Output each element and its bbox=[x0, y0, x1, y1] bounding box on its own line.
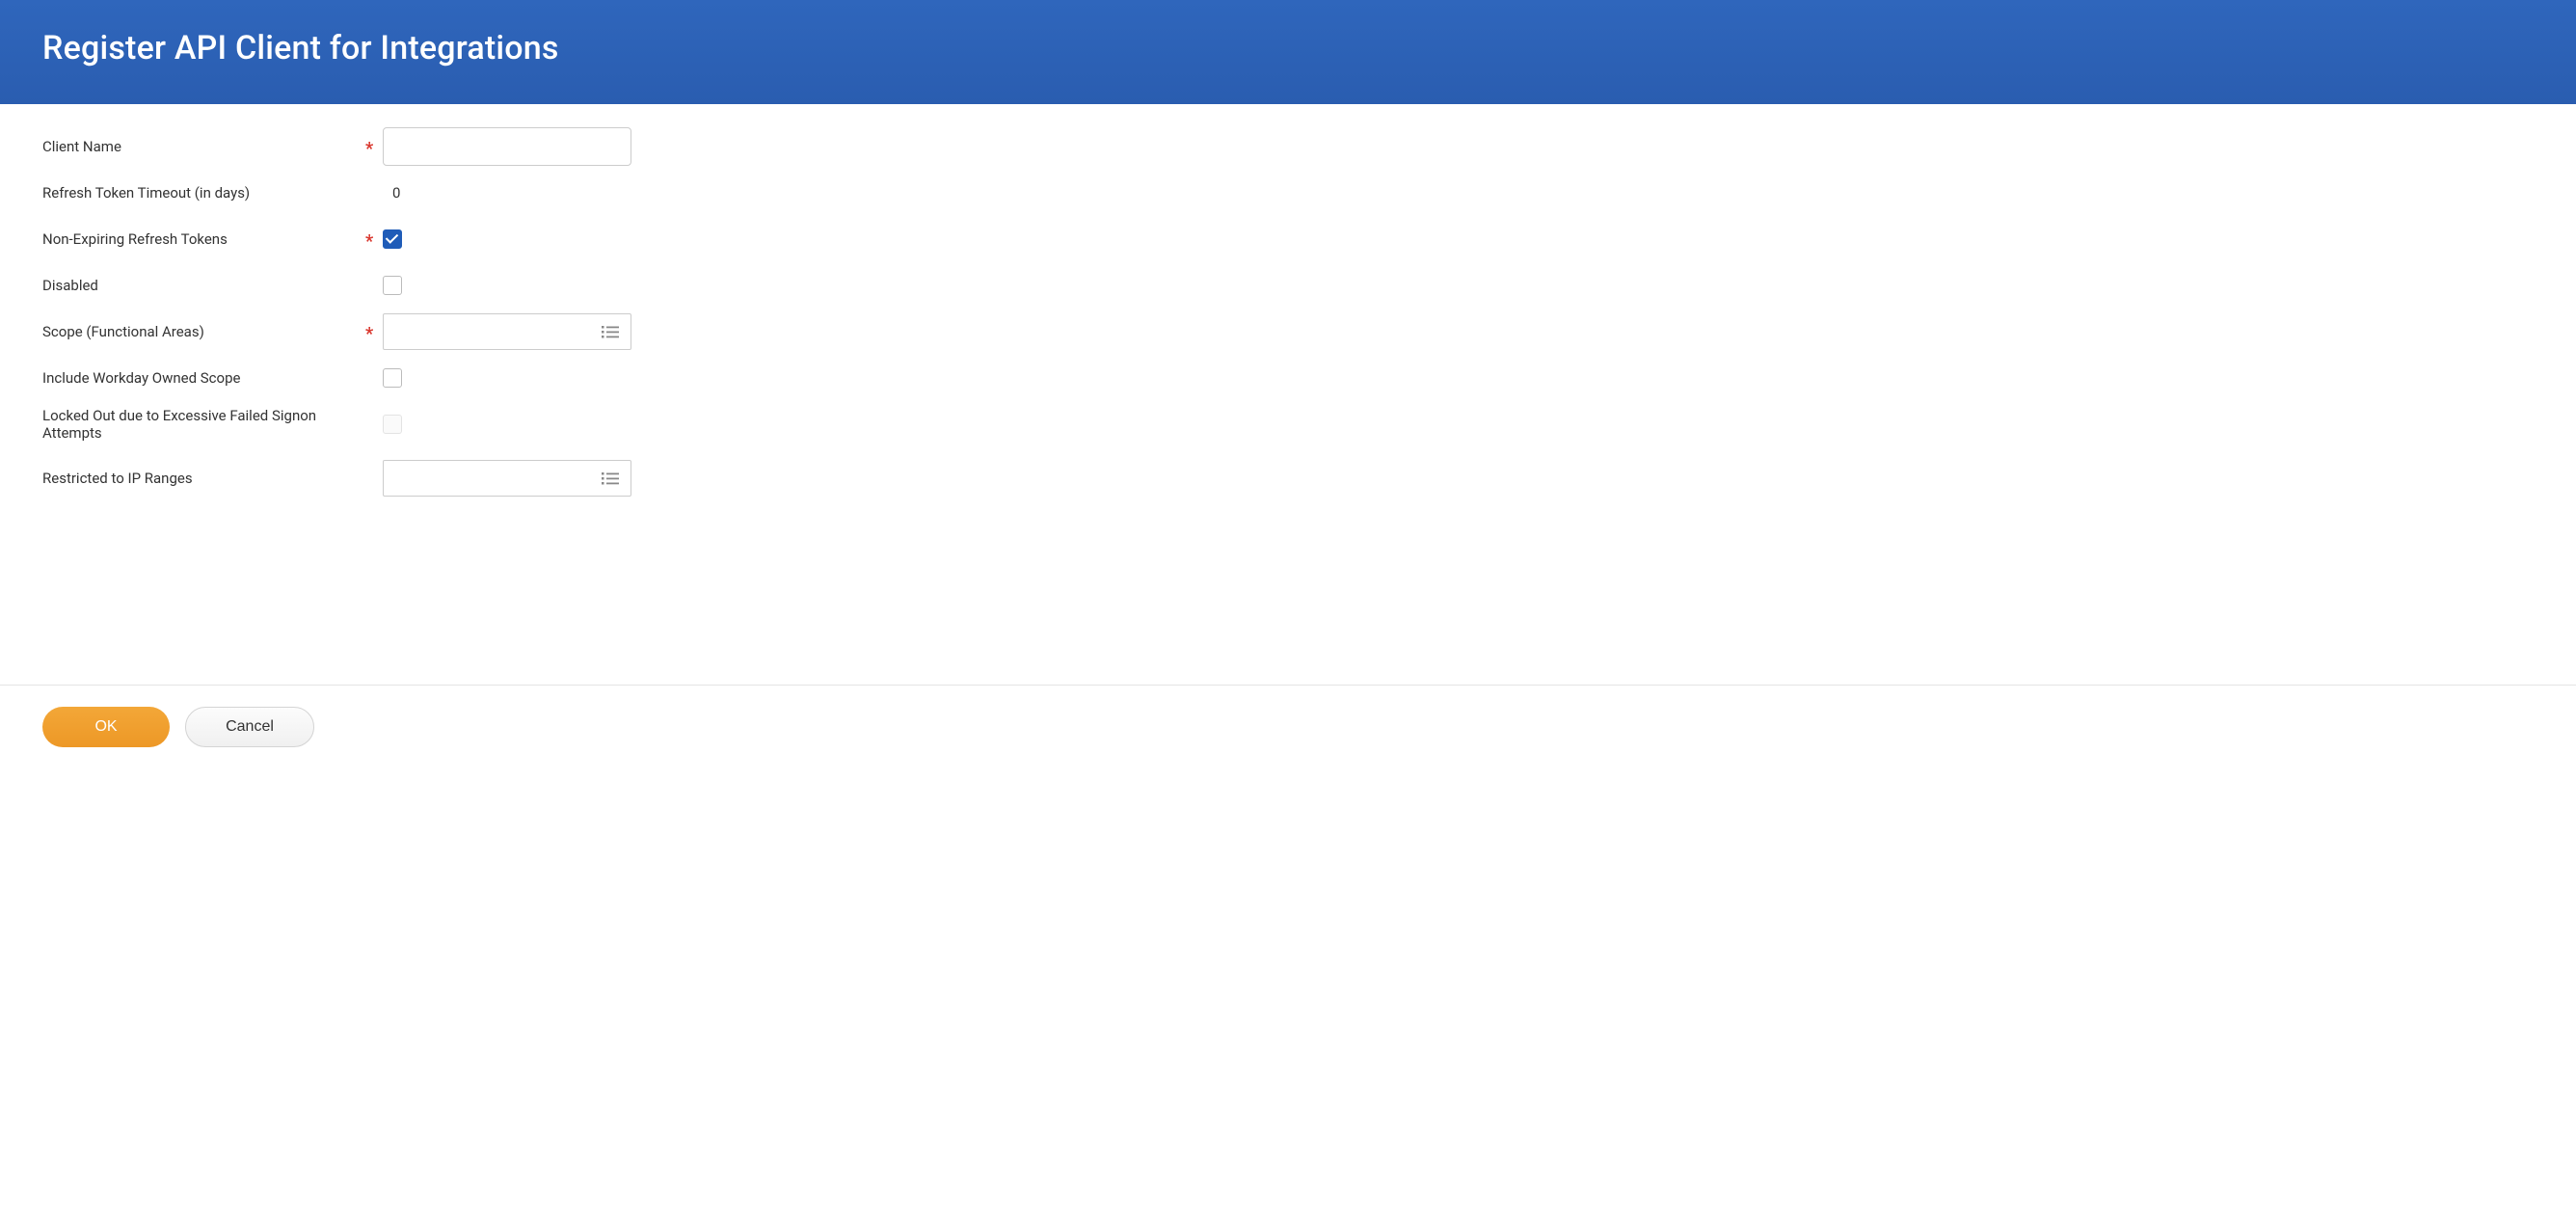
cancel-button[interactable]: Cancel bbox=[185, 707, 314, 747]
include-workday-owned-scope-checkbox[interactable] bbox=[383, 368, 402, 388]
restricted-ip-ranges-prompt-input[interactable] bbox=[383, 460, 631, 497]
footer-bar: OK Cancel bbox=[0, 685, 2576, 768]
row-refresh-token-timeout: Refresh Token Timeout (in days) 0 bbox=[42, 170, 2534, 216]
label-non-expiring-refresh-tokens: Non-Expiring Refresh Tokens bbox=[42, 230, 365, 248]
client-name-input[interactable] bbox=[383, 127, 631, 166]
required-indicator: * bbox=[365, 135, 383, 159]
row-locked-out: Locked Out due to Excessive Failed Signo… bbox=[42, 401, 2534, 447]
row-restricted-ip-ranges: Restricted to IP Ranges bbox=[42, 455, 2534, 501]
required-indicator: * bbox=[365, 320, 383, 344]
page-title: Register API Client for Integrations bbox=[42, 29, 2534, 67]
required-indicator: * bbox=[365, 228, 383, 252]
ok-button[interactable]: OK bbox=[42, 707, 170, 747]
row-non-expiring-refresh-tokens: Non-Expiring Refresh Tokens * bbox=[42, 216, 2534, 262]
row-disabled: Disabled bbox=[42, 262, 2534, 309]
list-icon bbox=[602, 325, 619, 338]
label-include-workday-owned-scope: Include Workday Owned Scope bbox=[42, 369, 365, 387]
label-refresh-token-timeout: Refresh Token Timeout (in days) bbox=[42, 184, 365, 202]
form-body: Client Name * Refresh Token Timeout (in … bbox=[0, 104, 2576, 685]
label-scope: Scope (Functional Areas) bbox=[42, 323, 365, 340]
scope-prompt-input[interactable] bbox=[383, 313, 631, 350]
non-expiring-refresh-tokens-checkbox[interactable] bbox=[383, 229, 402, 249]
label-locked-out: Locked Out due to Excessive Failed Signo… bbox=[42, 407, 365, 442]
label-restricted-ip-ranges: Restricted to IP Ranges bbox=[42, 470, 365, 487]
locked-out-checkbox bbox=[383, 415, 402, 434]
page-header: Register API Client for Integrations bbox=[0, 0, 2576, 104]
row-client-name: Client Name * bbox=[42, 123, 2534, 170]
refresh-token-timeout-value: 0 bbox=[383, 184, 400, 202]
row-scope: Scope (Functional Areas) * bbox=[42, 309, 2534, 355]
label-client-name: Client Name bbox=[42, 138, 365, 155]
disabled-checkbox[interactable] bbox=[383, 276, 402, 295]
list-icon bbox=[602, 471, 619, 485]
label-disabled: Disabled bbox=[42, 277, 365, 294]
row-include-workday-owned-scope: Include Workday Owned Scope bbox=[42, 355, 2534, 401]
